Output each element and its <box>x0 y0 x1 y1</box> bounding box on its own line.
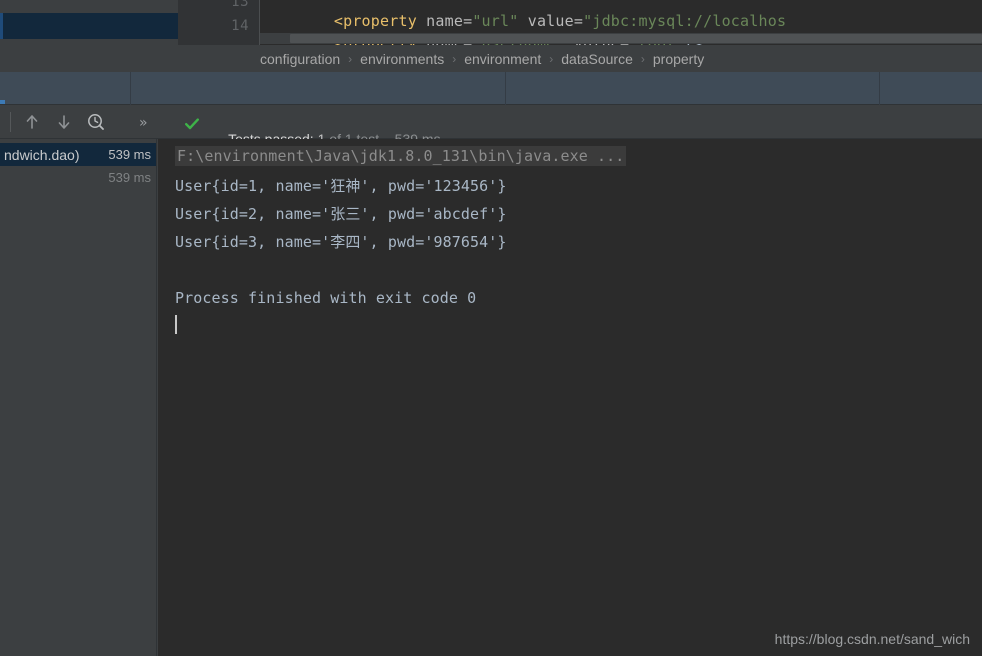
chevron-right-icon: › <box>348 51 353 66</box>
test-tree-panel[interactable]: ndwich.dao) 539 ms 539 ms <box>0 139 157 656</box>
idea-window: 13 14 <property name="url" value="jdbc:m… <box>0 0 982 656</box>
run-toolbar: » Tests passed: 1 of 1 test – 539 ms <box>0 105 982 147</box>
test-tree-row-duration-2: 539 ms <box>108 170 151 185</box>
breadcrumb: configuration › environments › environme… <box>260 45 704 72</box>
editor-gutter: 13 14 <box>178 0 260 45</box>
chevron-right-icon-2: › <box>452 51 457 66</box>
console-text-caret <box>175 315 177 334</box>
selection-marker <box>0 13 3 39</box>
toolwindow-divider-2 <box>505 72 506 105</box>
test-history-icon[interactable] <box>86 112 106 132</box>
editor-strip: 13 14 <property name="url" value="jdbc:m… <box>0 0 982 45</box>
line-number-14: 14 <box>231 18 249 34</box>
breadcrumb-item-configuration[interactable]: configuration <box>260 51 340 67</box>
breadcrumb-left-fill <box>0 45 178 72</box>
console-output-line: User{id=1, name='狂神', pwd='123456'} <box>175 177 507 195</box>
expand-toolbar-button[interactable]: » <box>139 116 148 130</box>
toolwindow-accent-marker <box>0 100 5 104</box>
arrow-down-icon[interactable] <box>54 112 74 132</box>
editor-left-selected-row[interactable] <box>0 13 178 39</box>
arrow-up-icon[interactable] <box>22 112 42 132</box>
breadcrumb-item-environment[interactable]: environment <box>464 51 541 67</box>
editor-left-pane <box>0 0 178 45</box>
chevron-right-icon-3: › <box>549 51 554 66</box>
editor-scrollbar-thumb[interactable] <box>290 34 982 43</box>
console-output-panel[interactable]: F:\environment\Java\jdk1.8.0_131\bin\jav… <box>158 139 982 656</box>
console-command-line: F:\environment\Java\jdk1.8.0_131\bin\jav… <box>175 146 627 166</box>
editor-horizontal-scrollbar[interactable] <box>260 33 982 44</box>
toolwindow-divider-1 <box>130 72 131 105</box>
breadcrumb-item-property[interactable]: property <box>653 51 704 67</box>
console-output-line: User{id=3, name='李四', pwd='987654'} <box>175 233 507 251</box>
chevron-right-icon-4: › <box>640 51 645 66</box>
breadcrumb-item-datasource[interactable]: dataSource <box>561 51 633 67</box>
test-tree-row-selected[interactable]: ndwich.dao) 539 ms <box>0 143 156 166</box>
toolwindow-tab-bar[interactable] <box>0 72 982 105</box>
test-tree-row[interactable]: 539 ms <box>0 166 156 189</box>
console-exit-line: Process finished with exit code 0 <box>175 289 477 307</box>
console-output-line: User{id=2, name='张三', pwd='abcdef'} <box>175 205 507 223</box>
test-tree-row-label: ndwich.dao) <box>4 146 80 163</box>
line-number-13: 13 <box>231 0 249 10</box>
watermark-url: https://blog.csdn.net/sand_wich <box>774 631 970 647</box>
breadcrumb-item-environments[interactable]: environments <box>360 51 444 67</box>
test-tree-row-duration: 539 ms <box>108 147 151 162</box>
tests-passed-check-icon <box>185 117 199 130</box>
toolwindow-divider-3 <box>879 72 880 105</box>
toolbar-separator <box>10 112 11 132</box>
breadcrumb-row: configuration › environments › environme… <box>0 45 982 72</box>
